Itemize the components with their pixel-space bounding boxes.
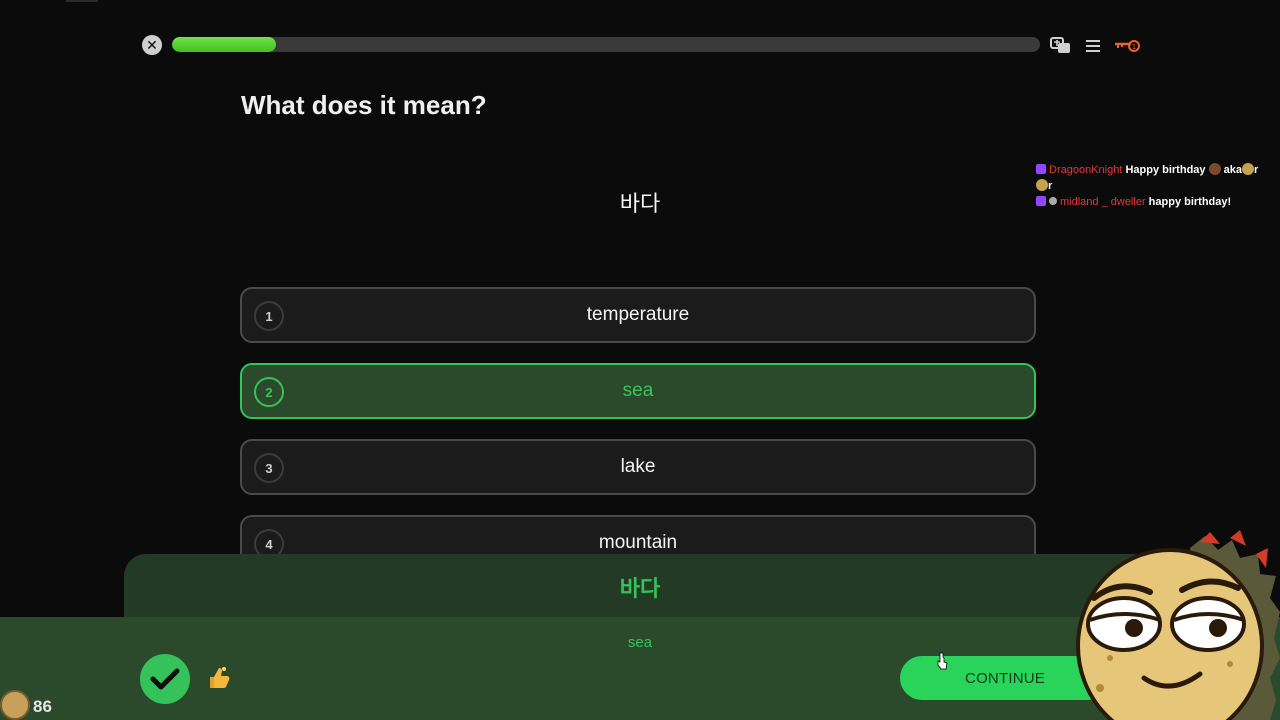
translate-icon	[1050, 37, 1070, 53]
option-label: temperature	[586, 304, 690, 325]
option-label: sea	[622, 380, 654, 401]
key-icon: 1	[1115, 40, 1140, 52]
answer-option-1[interactable]: 1 temperature	[240, 287, 1036, 343]
chat-username: midland _ dweller	[1060, 196, 1146, 208]
close-icon: ✕	[146, 37, 158, 53]
progress-bar	[172, 37, 1040, 52]
twitch-badge-icon	[1036, 196, 1046, 206]
progress-fill	[172, 37, 277, 52]
svg-text:1: 1	[1132, 43, 1136, 51]
avatar	[0, 690, 30, 720]
option-label: mountain	[598, 532, 678, 553]
potato-emote-icon	[1036, 179, 1048, 191]
answer-option-3[interactable]: 3 lake	[240, 439, 1036, 495]
chat-text: Happy birthday	[1125, 164, 1206, 176]
top-edge-tab	[66, 0, 98, 2]
menu-icon	[1086, 40, 1100, 52]
option-number: 1	[254, 301, 284, 331]
menu-button[interactable]	[1084, 38, 1102, 54]
question-title: What does it mean?	[241, 90, 487, 120]
stream-chat: DragoonKnight Happy birthday aka r r midl…	[1036, 162, 1276, 210]
chat-text-tail: r	[1048, 180, 1053, 192]
chat-text-tail: r	[1254, 164, 1259, 176]
cake-emote-icon	[1208, 163, 1221, 175]
option-number: 3	[254, 453, 284, 483]
twitch-badge-icon	[1036, 164, 1046, 174]
sub-badge-icon	[1049, 197, 1057, 205]
correct-badge	[140, 654, 190, 704]
potato-emote-icon	[1242, 163, 1255, 175]
option-label: lake	[620, 456, 656, 477]
chat-username: DragoonKnight	[1049, 164, 1123, 176]
viewer-count: 86	[33, 697, 52, 716]
option-number: 2	[254, 377, 284, 407]
chat-text-suffix: aka	[1223, 164, 1243, 176]
close-button[interactable]: ✕	[142, 35, 162, 55]
check-icon	[150, 668, 180, 690]
answer-option-2[interactable]: 2 sea	[240, 363, 1036, 419]
potato-mascot-icon	[1076, 530, 1280, 720]
chat-message: midland _ dweller happy birthday!	[1036, 194, 1276, 210]
chat-message: DragoonKnight Happy birthday aka r r	[1036, 162, 1276, 194]
toolbar: 1	[1050, 34, 1140, 58]
thumbs-up-icon[interactable]	[204, 664, 232, 699]
pointer-cursor-icon	[937, 652, 948, 670]
translate-button[interactable]	[1050, 36, 1072, 56]
keys-button[interactable]: 1	[1114, 38, 1140, 54]
chat-text: happy birthday!	[1148, 196, 1232, 208]
